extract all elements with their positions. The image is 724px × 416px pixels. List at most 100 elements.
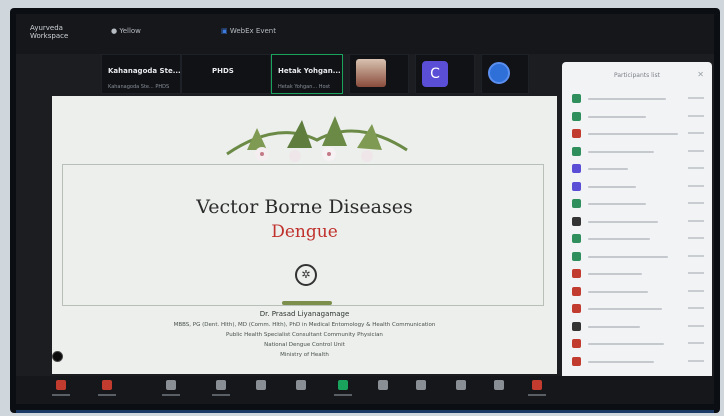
participant-status-line	[688, 149, 704, 152]
participant-row[interactable]	[572, 127, 706, 141]
participant-status-line	[688, 184, 704, 187]
participant-name-line	[588, 168, 628, 170]
window-icon: ▣	[221, 27, 228, 35]
participant-row[interactable]	[572, 197, 706, 211]
participant-avatar-icon	[572, 146, 581, 156]
chat-icon[interactable]	[216, 380, 226, 390]
webex-window: Ayurveda Workspace ● Yellow ▣ WebEx Even…	[16, 14, 714, 413]
active-speaker-tile[interactable]: Hetak Yohgan... Hetak Yohgan... Host	[271, 54, 343, 94]
presenter-unit: National Dengue Control Unit	[264, 342, 345, 348]
participant-name-line	[588, 273, 642, 275]
participant-avatar-icon	[572, 234, 581, 243]
presenter-ministry: Ministry of Health	[280, 352, 329, 358]
participant-status-line	[688, 307, 704, 309]
participant-row[interactable]	[572, 92, 706, 106]
apps-icon[interactable]	[416, 380, 426, 390]
raise-hand-icon[interactable]	[296, 380, 306, 390]
participant-avatar-icon	[572, 286, 581, 296]
participant-row[interactable]	[572, 267, 706, 281]
participant-name-line	[588, 343, 664, 345]
participant-avatar-icon	[572, 129, 581, 138]
participant-name-line	[588, 360, 654, 363]
participant-avatar-icon	[572, 94, 581, 103]
participant-status-line	[688, 254, 704, 257]
participant-name-line	[588, 290, 648, 293]
participant-row[interactable]	[572, 285, 706, 299]
participant-avatar-icon	[572, 251, 581, 261]
toolbar-label	[98, 394, 116, 396]
avatar-circle-icon	[488, 62, 510, 84]
leave-icon[interactable]	[532, 380, 542, 390]
participant-status-line	[688, 202, 704, 204]
mute-icon[interactable]	[56, 380, 66, 390]
participant-name-line	[588, 98, 666, 100]
os-taskbar	[16, 410, 714, 413]
participant-avatar-icon	[572, 304, 581, 313]
record-icon[interactable]	[378, 380, 388, 390]
presenter-role: Public Health Specialist Consultant Comm…	[226, 332, 383, 338]
participant-name-line	[588, 150, 654, 153]
participant-status-line	[688, 132, 704, 134]
participant-status-line	[688, 289, 704, 292]
participant-row[interactable]	[572, 110, 706, 124]
window-title: Ayurveda Workspace	[30, 24, 69, 40]
participant-tile[interactable]: Kahanagoda Ste... Kahanagoda Ste... PHDS	[101, 54, 181, 94]
participant-name-line	[588, 133, 678, 135]
participant-status-line	[688, 219, 704, 222]
participant-avatar-icon	[572, 356, 581, 366]
participant-avatar-icon	[572, 216, 581, 226]
share-icon[interactable]	[338, 380, 348, 390]
participant-row[interactable]	[572, 232, 706, 246]
monitor-bezel: Ayurveda Workspace ● Yellow ▣ WebEx Even…	[10, 8, 720, 413]
more-icon[interactable]	[456, 380, 466, 390]
participant-tile-extra[interactable]: PHDS	[181, 54, 271, 94]
participant-name-line	[588, 185, 636, 188]
participant-avatar-icon	[572, 199, 581, 208]
menu-item[interactable]: ● Yellow	[111, 27, 141, 35]
reaction-button[interactable]	[52, 351, 63, 362]
participant-status-line	[688, 359, 704, 362]
participant-avatar-tile[interactable]	[481, 54, 529, 94]
participant-strip: Kahanagoda Ste... Kahanagoda Ste... PHDS…	[101, 54, 549, 94]
reactions-icon[interactable]	[256, 380, 266, 390]
participant-avatar-icon	[572, 164, 581, 173]
participants-icon[interactable]	[166, 380, 176, 390]
participant-row[interactable]	[572, 215, 706, 229]
participant-row[interactable]	[572, 180, 706, 194]
participant-photo	[356, 59, 386, 87]
participant-row[interactable]	[572, 145, 706, 159]
divider-leaf	[282, 301, 332, 305]
close-icon[interactable]: ✕	[697, 70, 704, 79]
participant-status-line	[688, 342, 704, 344]
top-bar: Ayurveda Workspace ● Yellow ▣ WebEx Even…	[16, 14, 714, 54]
participant-name-line	[588, 220, 658, 223]
participant-row[interactable]	[572, 302, 706, 316]
participant-name-line	[588, 238, 650, 240]
participant-status-line	[688, 97, 704, 99]
participant-name-line	[588, 325, 640, 328]
participant-avatar-icon	[572, 111, 581, 121]
participant-row[interactable]	[572, 320, 706, 334]
presenter-name: Dr. Prasad Liyanagamage	[259, 310, 350, 318]
dot-icon: ●	[111, 27, 118, 35]
meeting-controls	[16, 376, 714, 404]
meeting-tab[interactable]: ▣ WebEx Event	[221, 27, 276, 35]
participant-row[interactable]	[572, 162, 706, 176]
participant-status-line	[688, 237, 704, 239]
participant-row[interactable]	[572, 250, 706, 264]
participant-row[interactable]	[572, 337, 706, 351]
participant-status-line	[688, 324, 704, 327]
participant-row[interactable]	[572, 355, 706, 369]
settings-icon[interactable]	[494, 380, 504, 390]
participant-video-tile[interactable]	[349, 54, 409, 94]
shared-slide: Vector Borne Diseases Dengue ✲ Dr. Prasa…	[52, 96, 557, 374]
toolbar-label	[334, 394, 352, 396]
participant-avatar-icon	[572, 339, 581, 348]
participant-name-line	[588, 115, 646, 118]
video-icon[interactable]	[102, 380, 112, 390]
participant-avatar-icon	[572, 321, 581, 331]
emblem-icon: ✲	[295, 264, 317, 286]
participant-avatar-tile[interactable]: C	[415, 54, 475, 94]
participant-name-line	[588, 255, 668, 258]
participant-status-line	[688, 167, 704, 169]
